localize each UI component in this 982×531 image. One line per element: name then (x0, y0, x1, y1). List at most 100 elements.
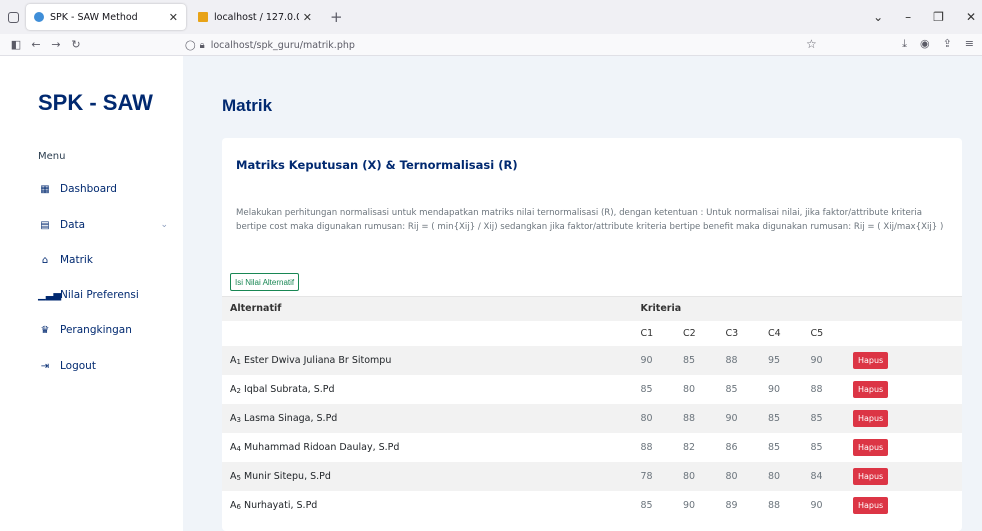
tab-favicon-icon (34, 12, 44, 22)
reload-icon[interactable]: ↻ (66, 38, 86, 51)
sidebar-item-data[interactable]: ▤ Data ⌄ (38, 215, 168, 235)
action-cell: Hapus (852, 403, 962, 433)
menu-icon[interactable]: ≡ (965, 37, 974, 51)
alternative-cell: A3 Lasma Sinaga, S.Pd (222, 403, 641, 433)
criteria-value-cell: 95 (767, 345, 811, 375)
brand-logo[interactable]: SPK - SAW (38, 90, 153, 116)
criteria-value-cell: 82 (682, 432, 726, 462)
sidebar: SPK - SAW Menu ▦ Dashboard ▤ Data ⌄ ⌂ Ma… (0, 56, 183, 531)
url-bar[interactable]: ◯ 🔒︎ localhost/spk_guru/matrik.php (185, 36, 795, 54)
alternative-name: Muhammad Ridoan Daulay, S.Pd (243, 441, 400, 453)
criteria-value-cell: 90 (725, 403, 768, 433)
browser-nav-bar: ◧ ← → ↻ ◯ 🔒︎ localhost/spk_guru/matrik.p… (0, 34, 982, 56)
sidebar-item-perangkingan[interactable]: ♛ Perangkingan (38, 320, 168, 340)
criteria-value-cell: 80 (682, 374, 726, 404)
hapus-button[interactable]: Hapus (852, 496, 889, 514)
criteria-value-cell: 84 (810, 461, 853, 491)
forward-icon[interactable]: → (46, 38, 66, 51)
new-tab-icon[interactable]: + (330, 8, 343, 26)
alternative-name: Munir Sitepu, S.Pd (243, 470, 331, 482)
hapus-button[interactable]: Hapus (852, 351, 889, 369)
tab-close-icon[interactable]: ✕ (169, 11, 178, 24)
lock-icon[interactable]: 🔒︎ (200, 40, 205, 51)
alternative-cell: A5 Munir Sitepu, S.Pd (222, 461, 641, 491)
table-row: A2 Iqbal Subrata, S.Pd 85 80 85 90 88 Hapus (222, 374, 962, 404)
alternative-name: Ester Dwiva Juliana Br Sitompu (243, 354, 392, 366)
sidebar-toggle-icon[interactable]: ◧ (6, 38, 26, 51)
criteria-value-cell: 85 (810, 432, 853, 462)
browser-tab-inactive[interactable]: localhost / 127.0.0.1 / db_dss | p ✕ (190, 4, 320, 30)
alternative-cell: A2 Iqbal Subrata, S.Pd (222, 374, 641, 404)
criteria-value-cell: 88 (810, 374, 853, 404)
close-window-icon[interactable]: ✕ (966, 10, 976, 24)
table-row: A5 Munir Sitepu, S.Pd 78 80 80 80 84 Hapus (222, 461, 962, 491)
sidebar-item-label: Nilai Preferensi (60, 289, 139, 301)
column-header-alternatif: Alternatif (222, 296, 641, 321)
maximize-icon[interactable]: ❐ (933, 10, 944, 24)
sidebar-item-label: Data (60, 219, 86, 231)
trophy-icon: ♛ (40, 324, 50, 336)
criteria-value-cell: 85 (682, 345, 726, 375)
hapus-button[interactable]: Hapus (852, 380, 889, 398)
sidebar-item-nilai-preferensi[interactable]: ▁▃▅ Nilai Preferensi (38, 285, 168, 305)
account-icon[interactable]: ◉ (920, 37, 930, 51)
menu-heading: Menu (38, 151, 66, 162)
criteria-header: C2 (682, 320, 726, 346)
table-row: A4 Muhammad Ridoan Daulay, S.Pd 88 82 86 85 85… (222, 432, 962, 462)
sidebar-item-dashboard[interactable]: ▦ Dashboard (38, 179, 168, 199)
criteria-value-cell: 80 (725, 461, 768, 491)
tab-overview-icon[interactable] (0, 0, 26, 34)
column-header-kriteria: Kriteria (640, 296, 853, 321)
criteria-value-cell: 80 (682, 461, 726, 491)
url-text: localhost/spk_guru/matrik.php (210, 39, 355, 51)
tab-close-icon[interactable]: ✕ (303, 11, 312, 24)
alternative-cell: A4 Muhammad Ridoan Daulay, S.Pd (222, 432, 641, 462)
criteria-value-cell: 80 (640, 403, 683, 433)
criteria-value-cell: 88 (725, 345, 768, 375)
criteria-value-cell: 80 (767, 461, 811, 491)
table-row: A6 Nurhayati, S.Pd 85 90 89 88 90 Hapus (222, 490, 962, 520)
star-icon[interactable]: ☆ (806, 37, 817, 51)
criteria-value-cell: 85 (767, 403, 811, 433)
download-icon[interactable]: ⤓ (902, 37, 907, 51)
grid-icon: ▦ (40, 183, 50, 195)
sidebar-item-matrik[interactable]: ⌂ Matrik (38, 250, 168, 270)
hapus-button[interactable]: Hapus (852, 467, 889, 485)
sidebar-item-label: Matrik (60, 254, 93, 266)
alternative-index: 1 (236, 357, 241, 366)
alternative-index: 3 (236, 415, 241, 424)
minimize-icon[interactable]: – (905, 10, 911, 24)
action-cell: Hapus (852, 345, 962, 375)
criteria-value-cell: 78 (640, 461, 683, 491)
alternative-index: 2 (236, 386, 241, 395)
back-icon[interactable]: ← (26, 38, 46, 51)
browser-tab-active[interactable]: SPK - SAW Method ✕ (26, 4, 186, 30)
criteria-value-cell: 90 (640, 345, 683, 375)
alternative-name: Lasma Sinaga, S.Pd (243, 412, 338, 424)
criteria-value-cell: 90 (810, 345, 853, 375)
criteria-value-cell: 86 (725, 432, 768, 462)
table-row: A1 Ester Dwiva Juliana Br Sitompu 90 85 88 95… (222, 345, 962, 375)
sidebar-item-label: Perangkingan (60, 324, 132, 336)
hapus-button[interactable]: Hapus (852, 409, 889, 427)
criteria-value-cell: 85 (810, 403, 853, 433)
criteria-value-cell: 85 (640, 374, 683, 404)
table-row: A3 Lasma Sinaga, S.Pd 80 88 90 85 85 Hapus (222, 403, 962, 433)
shield-icon[interactable]: ◯ (185, 40, 196, 51)
card-description: Melakukan perhitungan normalisasi untuk … (236, 208, 944, 232)
criteria-header: C3 (725, 320, 768, 346)
criteria-value-cell: 85 (767, 432, 811, 462)
page-title: Matrik (222, 96, 273, 115)
extensions-icon[interactable]: ⇪ (943, 37, 952, 51)
isi-nilai-alternatif-button[interactable]: Isi Nilai Alternatif (230, 273, 300, 291)
sidebar-item-logout[interactable]: ⇥ Logout (38, 356, 168, 376)
hapus-button[interactable]: Hapus (852, 438, 889, 456)
criteria-value-cell: 88 (767, 490, 811, 520)
criteria-value-cell: 85 (725, 374, 768, 404)
decision-matrix-table: Alternatif Kriteria C1 C2 C3 C4 C5 A1 Est… (222, 296, 962, 520)
tab-label: SPK - SAW Method (50, 11, 138, 23)
tab-list-chevron-icon[interactable]: ⌄ (873, 10, 883, 24)
alternative-name: Nurhayati, S.Pd (243, 499, 318, 511)
criteria-value-cell: 85 (640, 490, 683, 520)
action-cell: Hapus (852, 490, 962, 520)
